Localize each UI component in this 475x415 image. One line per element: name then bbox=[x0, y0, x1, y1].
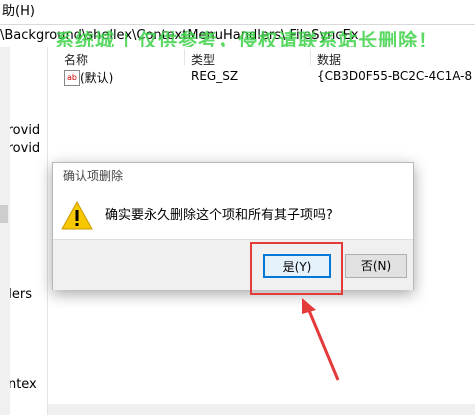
column-data[interactable]: 数据 bbox=[317, 51, 341, 68]
annotation-arrow-icon bbox=[302, 298, 340, 381]
dialog-button-bar: 是(Y) 否(N) bbox=[53, 239, 413, 290]
annotation-highlight-box bbox=[250, 242, 343, 295]
dialog-title: 确认项删除 bbox=[63, 169, 124, 183]
menu-help[interactable]: 助(H) bbox=[0, 0, 35, 24]
column-divider[interactable] bbox=[310, 49, 311, 65]
menu-bar: 助(H) bbox=[0, 0, 475, 24]
column-type[interactable]: 类型 bbox=[191, 51, 215, 68]
string-value-icon: ab bbox=[64, 70, 80, 86]
no-button[interactable]: 否(N) bbox=[345, 254, 407, 278]
value-name[interactable]: (默认) bbox=[80, 69, 113, 86]
column-name[interactable]: 名称 bbox=[64, 51, 88, 68]
tree-scrollbar-thumb[interactable] bbox=[0, 205, 8, 223]
horizontal-scrollbar[interactable] bbox=[48, 404, 475, 415]
dialog-message: 确实要永久删除这个项和所有其子项吗? bbox=[105, 208, 333, 223]
warning-icon bbox=[61, 201, 93, 230]
value-data: {CB3D0F55-BC2C-4C1A-8 bbox=[317, 69, 473, 83]
tree-scrollbar[interactable] bbox=[0, 47, 10, 415]
dialog-body: 确实要永久删除这个项和所有其子项吗? bbox=[53, 189, 413, 239]
confirm-delete-dialog: 确认项删除 确实要永久删除这个项和所有其子项吗? 是(Y) 否(N) bbox=[52, 162, 414, 290]
value-type: REG_SZ bbox=[191, 69, 239, 83]
registry-tree: l Provid Provid dlers ontex bbox=[0, 47, 48, 415]
column-divider[interactable] bbox=[184, 49, 185, 65]
